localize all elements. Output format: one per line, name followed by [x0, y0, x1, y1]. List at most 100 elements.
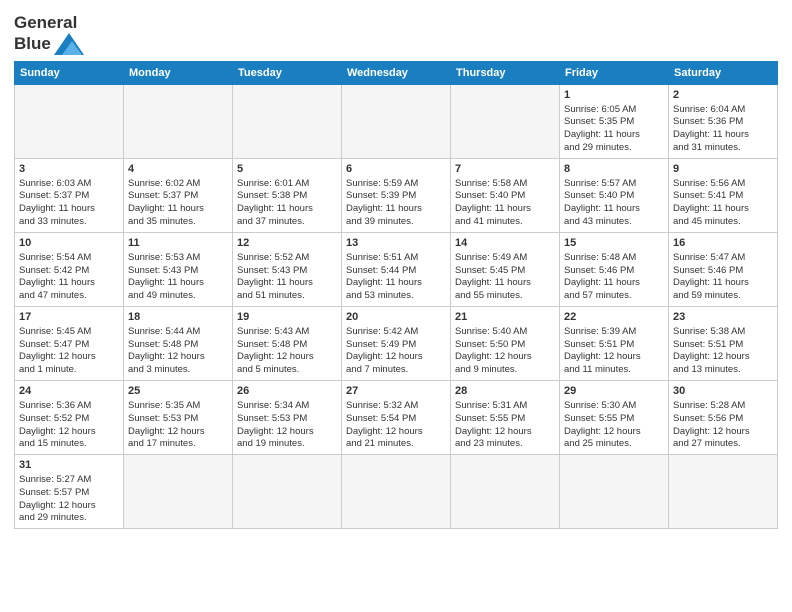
day-info: and 55 minutes.	[455, 290, 555, 303]
day-info: Sunrise: 5:57 AM	[564, 178, 664, 191]
day-number: 8	[564, 162, 664, 177]
day-info: Sunrise: 5:32 AM	[346, 400, 446, 413]
logo: General Blue	[14, 14, 84, 55]
day-info: Daylight: 11 hours	[346, 277, 446, 290]
logo-blue-text: Blue	[14, 34, 51, 54]
day-info: Daylight: 11 hours	[19, 203, 119, 216]
day-info: Daylight: 12 hours	[455, 426, 555, 439]
calendar-cell: 26Sunrise: 5:34 AMSunset: 5:53 PMDayligh…	[233, 381, 342, 455]
day-info: Daylight: 11 hours	[673, 277, 773, 290]
day-info: Sunrise: 5:45 AM	[19, 326, 119, 339]
day-info: and 19 minutes.	[237, 438, 337, 451]
day-info: and 33 minutes.	[19, 216, 119, 229]
day-info: Sunset: 5:51 PM	[564, 339, 664, 352]
day-info: Sunrise: 5:35 AM	[128, 400, 228, 413]
day-number: 19	[237, 310, 337, 325]
day-info: Daylight: 11 hours	[673, 203, 773, 216]
calendar-cell: 21Sunrise: 5:40 AMSunset: 5:50 PMDayligh…	[451, 306, 560, 380]
day-info: and 17 minutes.	[128, 438, 228, 451]
day-info: Daylight: 12 hours	[564, 351, 664, 364]
day-number: 28	[455, 384, 555, 399]
calendar-cell: 22Sunrise: 5:39 AMSunset: 5:51 PMDayligh…	[560, 306, 669, 380]
day-info: Sunrise: 5:43 AM	[237, 326, 337, 339]
calendar-cell: 13Sunrise: 5:51 AMSunset: 5:44 PMDayligh…	[342, 232, 451, 306]
day-info: Sunrise: 5:51 AM	[346, 252, 446, 265]
day-info: and 9 minutes.	[455, 364, 555, 377]
day-info: Sunrise: 5:39 AM	[564, 326, 664, 339]
day-info: Daylight: 11 hours	[455, 203, 555, 216]
day-number: 6	[346, 162, 446, 177]
day-info: Daylight: 12 hours	[455, 351, 555, 364]
day-info: Sunrise: 5:59 AM	[346, 178, 446, 191]
calendar-cell: 15Sunrise: 5:48 AMSunset: 5:46 PMDayligh…	[560, 232, 669, 306]
day-info: Sunrise: 5:44 AM	[128, 326, 228, 339]
day-info: and 35 minutes.	[128, 216, 228, 229]
day-info: and 15 minutes.	[19, 438, 119, 451]
day-info: Sunset: 5:52 PM	[19, 413, 119, 426]
day-info: and 37 minutes.	[237, 216, 337, 229]
day-info: Daylight: 12 hours	[237, 426, 337, 439]
calendar-cell	[451, 455, 560, 529]
calendar-week-6: 31Sunrise: 5:27 AMSunset: 5:57 PMDayligh…	[15, 455, 778, 529]
day-info: Sunrise: 5:40 AM	[455, 326, 555, 339]
day-info: and 49 minutes.	[128, 290, 228, 303]
day-number: 4	[128, 162, 228, 177]
day-info: Sunrise: 6:02 AM	[128, 178, 228, 191]
day-number: 14	[455, 236, 555, 251]
calendar-cell: 17Sunrise: 5:45 AMSunset: 5:47 PMDayligh…	[15, 306, 124, 380]
calendar-cell: 28Sunrise: 5:31 AMSunset: 5:55 PMDayligh…	[451, 381, 560, 455]
day-info: Sunrise: 5:42 AM	[346, 326, 446, 339]
day-number: 26	[237, 384, 337, 399]
day-info: and 25 minutes.	[564, 438, 664, 451]
day-number: 12	[237, 236, 337, 251]
day-info: Sunset: 5:41 PM	[673, 190, 773, 203]
day-info: Sunset: 5:35 PM	[564, 116, 664, 129]
day-info: and 41 minutes.	[455, 216, 555, 229]
calendar-cell	[342, 84, 451, 158]
day-info: Daylight: 12 hours	[564, 426, 664, 439]
calendar-cell: 6Sunrise: 5:59 AMSunset: 5:39 PMDaylight…	[342, 158, 451, 232]
day-info: Daylight: 12 hours	[19, 351, 119, 364]
day-number: 11	[128, 236, 228, 251]
calendar-cell	[342, 455, 451, 529]
calendar-cell: 27Sunrise: 5:32 AMSunset: 5:54 PMDayligh…	[342, 381, 451, 455]
day-info: Daylight: 11 hours	[128, 277, 228, 290]
day-number: 9	[673, 162, 773, 177]
day-info: Daylight: 11 hours	[455, 277, 555, 290]
day-number: 29	[564, 384, 664, 399]
day-info: and 27 minutes.	[673, 438, 773, 451]
calendar-cell: 5Sunrise: 6:01 AMSunset: 5:38 PMDaylight…	[233, 158, 342, 232]
calendar-cell: 10Sunrise: 5:54 AMSunset: 5:42 PMDayligh…	[15, 232, 124, 306]
day-info: Sunrise: 5:38 AM	[673, 326, 773, 339]
day-info: Sunset: 5:46 PM	[564, 265, 664, 278]
day-info: Sunrise: 5:54 AM	[19, 252, 119, 265]
day-info: Sunrise: 5:47 AM	[673, 252, 773, 265]
day-info: Daylight: 11 hours	[237, 277, 337, 290]
day-info: Sunrise: 5:56 AM	[673, 178, 773, 191]
day-info: and 29 minutes.	[19, 512, 119, 525]
calendar-cell: 31Sunrise: 5:27 AMSunset: 5:57 PMDayligh…	[15, 455, 124, 529]
day-info: Sunset: 5:49 PM	[346, 339, 446, 352]
calendar-cell: 23Sunrise: 5:38 AMSunset: 5:51 PMDayligh…	[669, 306, 778, 380]
day-info: Daylight: 11 hours	[564, 203, 664, 216]
day-header-monday: Monday	[124, 61, 233, 84]
day-header-saturday: Saturday	[669, 61, 778, 84]
day-info: Sunset: 5:51 PM	[673, 339, 773, 352]
day-info: Sunset: 5:53 PM	[237, 413, 337, 426]
day-info: and 57 minutes.	[564, 290, 664, 303]
day-number: 16	[673, 236, 773, 251]
day-info: Sunset: 5:48 PM	[237, 339, 337, 352]
day-info: and 23 minutes.	[455, 438, 555, 451]
day-info: Sunset: 5:40 PM	[564, 190, 664, 203]
day-info: Daylight: 12 hours	[128, 426, 228, 439]
calendar-cell	[124, 455, 233, 529]
calendar-cell	[15, 84, 124, 158]
day-info: and 11 minutes.	[564, 364, 664, 377]
day-info: and 31 minutes.	[673, 142, 773, 155]
day-info: and 13 minutes.	[673, 364, 773, 377]
day-info: and 39 minutes.	[346, 216, 446, 229]
day-number: 3	[19, 162, 119, 177]
calendar-week-1: 1Sunrise: 6:05 AMSunset: 5:35 PMDaylight…	[15, 84, 778, 158]
day-number: 27	[346, 384, 446, 399]
day-header-wednesday: Wednesday	[342, 61, 451, 84]
